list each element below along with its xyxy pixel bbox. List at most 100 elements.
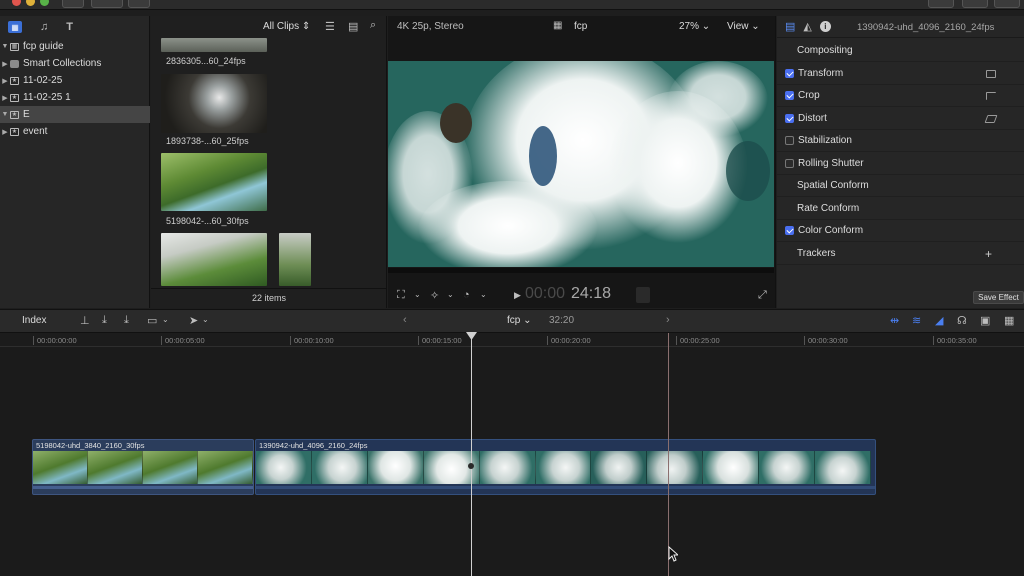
layout-button-1[interactable]	[928, 0, 954, 8]
clip-filter-popup[interactable]: All Clips ⇕	[263, 21, 310, 32]
project-menu[interactable]: fcp ⌄	[507, 315, 532, 326]
library-item-label: 11-02-25 1	[23, 92, 71, 103]
layout-button-2[interactable]	[962, 0, 988, 8]
rolling-shutter-checkbox[interactable]	[785, 159, 794, 168]
minimize-window-button[interactable]	[26, 0, 35, 6]
chevron-down-icon: ⌄	[701, 21, 711, 32]
timeline-ruler[interactable]: 00:00:00:00 00:00:05:00 00:00:10:00 00:0…	[0, 333, 1024, 347]
play-icon[interactable]: ▶	[514, 290, 521, 301]
disclosure-icon[interactable]: ▶	[0, 128, 10, 136]
keywords-button[interactable]	[91, 0, 123, 8]
headphones-icon[interactable]: ☊	[957, 314, 967, 327]
library-item-smart-collections[interactable]: ▶ Smart Collections	[0, 55, 150, 72]
timeline-index-button[interactable]: Index	[22, 315, 46, 326]
crop-checkbox[interactable]	[785, 91, 794, 100]
chevron-down-icon[interactable]: ⌄	[414, 290, 421, 299]
photos-audio-icon[interactable]: ♫	[40, 21, 48, 33]
clip-thumbnail[interactable]	[161, 153, 267, 211]
close-window-button[interactable]	[12, 0, 21, 6]
library-item-fcp-guide[interactable]: ▼ ▦ fcp guide	[0, 38, 150, 55]
inspector-row-distort[interactable]: Distort	[777, 108, 1024, 130]
chevron-down-icon[interactable]: ⌄	[447, 290, 454, 299]
crop-onscreen-icon[interactable]	[986, 91, 996, 100]
skimming-icon[interactable]: ⇹	[890, 314, 899, 327]
append-clip-icon[interactable]: ⤓	[124, 314, 129, 327]
distort-onscreen-icon[interactable]	[984, 114, 998, 123]
viewer-project-name: fcp	[574, 21, 588, 32]
select-tool-icon[interactable]: ➤	[189, 314, 198, 327]
connect-clip-icon[interactable]: ⊥	[80, 314, 90, 327]
insert-clip-icon[interactable]: ⤓	[102, 314, 107, 327]
zoom-window-button[interactable]	[40, 0, 49, 6]
inspector-row-transform[interactable]: Transform	[777, 63, 1024, 85]
timeline-clip[interactable]: 5198042-uhd_3840_2160_30fps	[32, 439, 254, 495]
distort-checkbox[interactable]	[785, 114, 794, 123]
solo-icon[interactable]: ◢	[935, 314, 943, 327]
disclosure-icon[interactable]: ▼	[0, 43, 10, 50]
enhance-wand-icon[interactable]: ✧	[430, 289, 439, 302]
inspector-row-spatial-conform[interactable]: Spatial Conform	[777, 175, 1024, 197]
disclosure-icon[interactable]: ▶	[0, 60, 10, 68]
transform-checkbox[interactable]	[785, 69, 794, 78]
inspector-toggle-button[interactable]	[994, 0, 1020, 8]
disclosure-icon[interactable]: ▶	[0, 77, 10, 85]
chevron-down-icon[interactable]: ⌄	[162, 315, 169, 324]
timecode-display[interactable]: 24:18	[571, 285, 611, 303]
disclosure-icon[interactable]: ▶	[0, 94, 10, 102]
library-item-event-11-02-25-1[interactable]: ▶ ★ 11-02-25 1	[0, 89, 150, 106]
chevron-down-icon[interactable]: ⌄	[202, 315, 209, 324]
inspector-row-compositing[interactable]: Compositing	[777, 40, 1024, 62]
inspector-header: ▤ ◭ i 1390942-uhd_4096_2160_24fps	[777, 16, 1024, 38]
inspector-row-stabilization[interactable]: Stabilization	[777, 130, 1024, 152]
inspector-row-label: Rate Conform	[797, 203, 860, 214]
audio-skimming-icon[interactable]: ≋	[912, 314, 921, 327]
video-frame[interactable]	[388, 61, 774, 267]
inspector-row-crop[interactable]: Crop	[777, 85, 1024, 107]
effects-browser-icon[interactable]: ▦	[1004, 314, 1014, 327]
inspector-row-rate-conform[interactable]: Rate Conform	[777, 198, 1024, 220]
search-icon[interactable]: ⌕	[370, 19, 376, 32]
clip-thumbnail[interactable]	[161, 74, 267, 133]
save-effect-button[interactable]: Save Effect	[973, 291, 1024, 304]
disclosure-icon[interactable]: ▼	[0, 111, 10, 118]
overwrite-clip-icon[interactable]: ▭	[147, 314, 157, 327]
color-inspector-icon[interactable]: ◭	[803, 20, 811, 33]
inspector-row-trackers[interactable]: Trackers +	[777, 243, 1024, 265]
import-button[interactable]	[62, 0, 84, 8]
filmstrip-icon[interactable]: ▤	[348, 20, 358, 33]
fullscreen-icon[interactable]: ⤢	[758, 289, 767, 302]
clip-thumbnail[interactable]	[279, 233, 311, 286]
zoom-popup[interactable]: 27% ⌄	[679, 21, 710, 32]
clip-appearance-icon[interactable]: ▣	[980, 314, 990, 327]
transform-onscreen-icon[interactable]	[986, 69, 996, 78]
clip-appearance-icon[interactable]: ☰	[325, 20, 335, 33]
viewer-format-label: 4K 25p, Stereo	[397, 21, 464, 32]
viewer-controls: ⛶ ⌄ ✧ ⌄ ◔ ⌄ ▶ 00:00 24:18 ⤢	[388, 285, 774, 308]
chevron-down-icon[interactable]: ⌄	[480, 290, 487, 299]
color-conform-checkbox[interactable]	[785, 226, 794, 235]
timeline-clip[interactable]: 1390942-uhd_4096_2160_24fps	[255, 439, 876, 495]
stabilization-checkbox[interactable]	[785, 136, 794, 145]
speed-gauge-icon[interactable]: ◔	[463, 289, 470, 301]
history-back-icon[interactable]: ‹	[403, 314, 407, 326]
playhead[interactable]	[471, 333, 472, 576]
video-inspector-icon[interactable]: ▤	[785, 20, 795, 33]
clip-thumbnail[interactable]	[161, 38, 267, 52]
add-tracker-button[interactable]: +	[985, 247, 992, 261]
library-item-event-11-02-25[interactable]: ▶ ★ 11-02-25	[0, 72, 150, 89]
clip-thumbnail[interactable]	[161, 233, 267, 286]
library-item-event-e[interactable]: ▼ ★ E	[0, 106, 150, 123]
info-inspector-icon[interactable]: i	[819, 21, 831, 32]
timecode-hours-minutes: 00:00	[525, 285, 566, 302]
ruler-tick-label: 00:00:10:00	[290, 336, 334, 345]
inspector-row-color-conform[interactable]: Color Conform	[777, 220, 1024, 242]
inspector-row-rolling-shutter[interactable]: Rolling Shutter	[777, 153, 1024, 175]
transform-tool-icon[interactable]: ⛶	[397, 289, 405, 302]
background-tasks-button[interactable]	[128, 0, 150, 8]
library-item-event[interactable]: ▶ ★ event	[0, 123, 150, 140]
titles-generators-icon[interactable]: T	[66, 21, 73, 33]
libraries-icon[interactable]: ▦	[8, 21, 22, 33]
timeline-area[interactable]: 5198042-uhd_3840_2160_30fps 1390942-uhd_…	[0, 332, 1024, 576]
history-forward-icon[interactable]: ›	[666, 314, 670, 326]
view-menu[interactable]: View ⌄	[727, 21, 760, 32]
